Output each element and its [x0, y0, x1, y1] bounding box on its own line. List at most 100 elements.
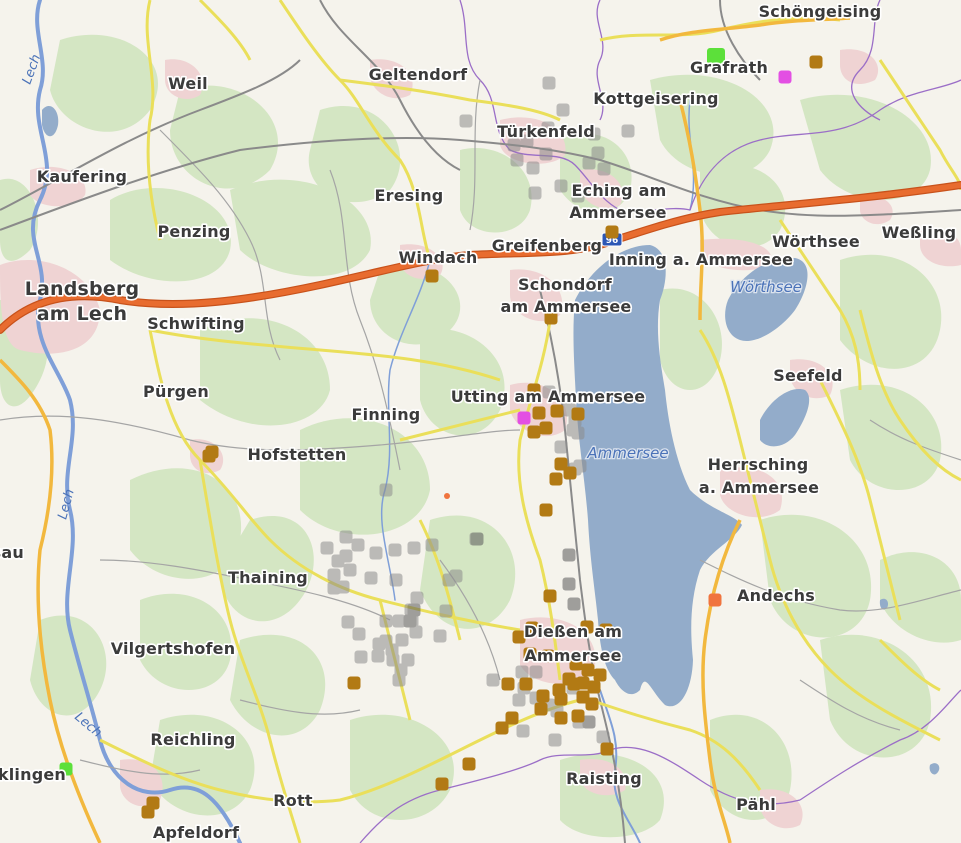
data-marker[interactable]	[539, 503, 553, 517]
place-label: Kinsau	[0, 543, 24, 562]
data-marker[interactable]	[519, 677, 533, 691]
data-marker[interactable]	[495, 721, 509, 735]
place-label: Windach	[398, 248, 477, 267]
place-label: Geltendorf	[369, 65, 468, 84]
data-marker[interactable]	[567, 597, 581, 611]
data-marker[interactable]	[470, 532, 484, 546]
data-marker[interactable]	[554, 711, 568, 725]
place-label: Vilgertshofen	[111, 639, 236, 658]
data-marker[interactable]	[410, 591, 424, 605]
place-label: Greifenberg	[492, 236, 602, 255]
data-marker[interactable]	[600, 742, 614, 756]
data-marker[interactable]	[327, 581, 341, 595]
data-marker[interactable]	[501, 677, 515, 691]
data-marker[interactable]	[339, 530, 353, 544]
data-marker[interactable]	[562, 577, 576, 591]
data-marker[interactable]	[444, 493, 450, 499]
data-marker[interactable]	[556, 103, 570, 117]
place-label: Pähl	[736, 795, 776, 814]
data-marker[interactable]	[202, 449, 216, 463]
data-marker[interactable]	[621, 124, 635, 138]
place-label: Andechs	[737, 586, 815, 605]
data-marker[interactable]	[462, 757, 476, 771]
data-marker[interactable]	[389, 573, 403, 587]
data-marker[interactable]	[539, 421, 553, 435]
data-marker[interactable]	[532, 406, 546, 420]
data-marker[interactable]	[809, 55, 823, 69]
data-marker[interactable]	[516, 724, 530, 738]
data-marker[interactable]	[510, 153, 524, 167]
data-marker[interactable]	[407, 541, 421, 555]
data-marker[interactable]	[385, 643, 399, 657]
data-marker[interactable]	[439, 604, 453, 618]
data-marker[interactable]	[554, 440, 568, 454]
data-marker[interactable]	[331, 554, 345, 568]
data-marker[interactable]	[548, 733, 562, 747]
data-marker[interactable]	[388, 543, 402, 557]
data-marker[interactable]	[351, 538, 365, 552]
data-marker[interactable]	[554, 179, 568, 193]
data-marker[interactable]	[778, 70, 792, 84]
data-marker[interactable]	[364, 571, 378, 585]
data-marker[interactable]	[528, 186, 542, 200]
data-marker[interactable]	[433, 629, 447, 643]
data-marker[interactable]	[449, 569, 463, 583]
data-marker[interactable]	[486, 673, 500, 687]
data-marker[interactable]	[379, 614, 393, 628]
data-marker[interactable]	[581, 663, 595, 677]
map-view[interactable]: 96 Wörthsee Ammersee Lech Lech Lech Schö…	[0, 0, 961, 843]
place-label: Denklingen	[0, 765, 66, 784]
data-marker[interactable]	[425, 538, 439, 552]
data-marker[interactable]	[536, 689, 550, 703]
data-marker[interactable]	[512, 693, 526, 707]
data-marker[interactable]	[593, 668, 607, 682]
data-marker[interactable]	[550, 404, 564, 418]
place-label: Hofstetten	[248, 445, 347, 464]
data-marker[interactable]	[347, 676, 361, 690]
data-marker[interactable]	[394, 663, 408, 677]
place-label: Eresing	[375, 186, 444, 205]
data-marker[interactable]	[529, 665, 543, 679]
data-marker[interactable]	[141, 805, 155, 819]
data-marker[interactable]	[543, 589, 557, 603]
data-marker[interactable]	[435, 777, 449, 791]
data-marker[interactable]	[515, 665, 529, 679]
data-marker[interactable]	[517, 411, 531, 425]
data-marker[interactable]	[566, 423, 580, 437]
place-label: Penzing	[157, 222, 230, 241]
data-marker[interactable]	[563, 466, 577, 480]
data-marker[interactable]	[571, 407, 585, 421]
data-marker[interactable]	[341, 615, 355, 629]
data-marker[interactable]	[379, 483, 393, 497]
data-marker[interactable]	[459, 114, 473, 128]
data-marker[interactable]	[327, 568, 341, 582]
data-marker[interactable]	[549, 472, 563, 486]
data-marker[interactable]	[587, 680, 601, 694]
place-label: Utting am Ammersee	[451, 387, 646, 406]
data-marker[interactable]	[352, 627, 366, 641]
data-marker[interactable]	[526, 161, 540, 175]
data-marker[interactable]	[369, 546, 383, 560]
data-marker[interactable]	[571, 709, 585, 723]
data-marker[interactable]	[320, 541, 334, 555]
data-marker[interactable]	[534, 702, 548, 716]
data-marker[interactable]	[585, 697, 599, 711]
data-marker[interactable]	[425, 269, 439, 283]
data-marker[interactable]	[605, 225, 619, 239]
data-marker[interactable]	[343, 563, 357, 577]
data-marker[interactable]	[539, 147, 553, 161]
data-marker[interactable]	[542, 76, 556, 90]
data-marker[interactable]	[372, 637, 386, 651]
place-label: Pürgen	[143, 382, 209, 401]
data-marker[interactable]	[596, 730, 610, 744]
data-marker[interactable]	[527, 425, 541, 439]
place-label: Apfeldorf	[153, 823, 240, 842]
data-marker[interactable]	[708, 593, 722, 607]
data-marker[interactable]	[354, 650, 368, 664]
data-marker[interactable]	[582, 156, 596, 170]
data-marker[interactable]	[403, 614, 417, 628]
data-marker[interactable]	[562, 548, 576, 562]
data-marker[interactable]	[554, 692, 568, 706]
data-marker[interactable]	[597, 162, 611, 176]
data-marker[interactable]	[371, 649, 385, 663]
